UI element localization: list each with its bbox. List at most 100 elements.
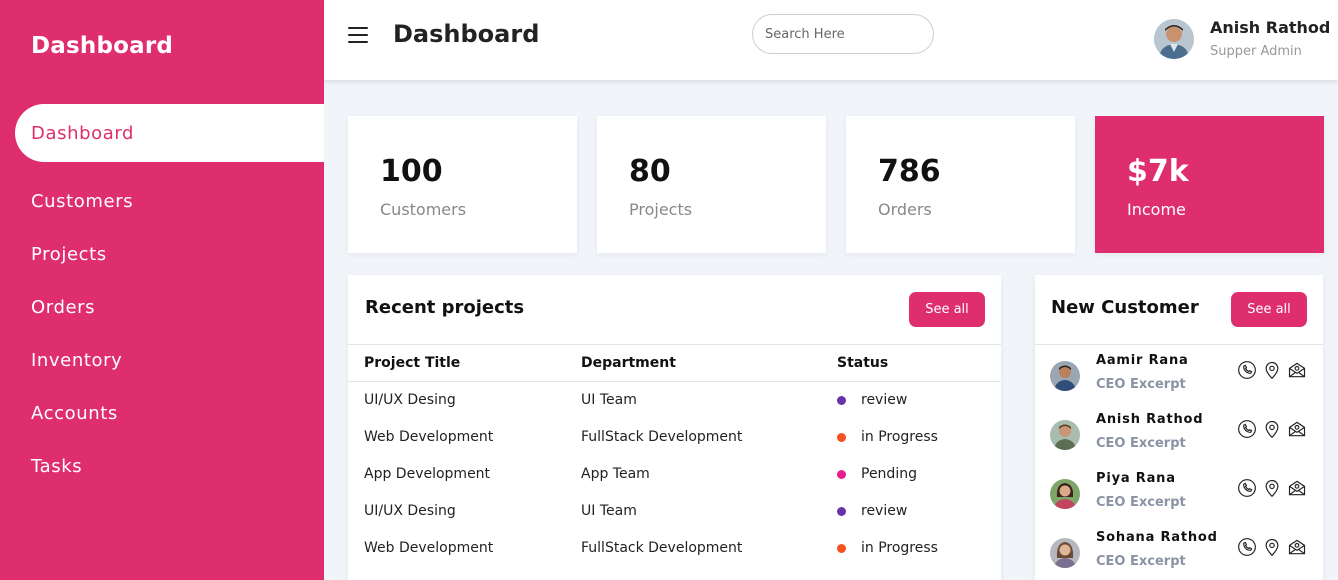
stat-card-projects[interactable]: 80 Projects xyxy=(597,116,826,253)
stat-value: 80 xyxy=(629,154,671,189)
table-row[interactable]: Web Development FullStack Development in… xyxy=(348,419,1001,456)
see-all-customers-button[interactable]: See all xyxy=(1231,292,1307,327)
phone-icon[interactable] xyxy=(1237,419,1257,439)
status-dot xyxy=(837,395,846,405)
customer-role: CEO Excerpt xyxy=(1096,495,1186,510)
status-dot xyxy=(837,506,846,516)
mail-icon[interactable] xyxy=(1287,478,1307,498)
list-item[interactable]: Anish Rathod CEO Excerpt xyxy=(1035,404,1323,463)
user-profile[interactable]: Anish Rathod Supper Admin xyxy=(1154,18,1338,62)
mail-icon[interactable] xyxy=(1287,419,1307,439)
list-item[interactable]: Aamir Rana CEO Excerpt xyxy=(1035,345,1323,404)
stat-label: Customers xyxy=(380,200,467,219)
project-title-cell: Web Development xyxy=(364,429,494,445)
status-cell: in Progress xyxy=(821,530,1001,567)
table-row[interactable]: Web Development FullStack Development in… xyxy=(348,530,1001,567)
status-text: in Progress xyxy=(861,429,938,445)
project-title-cell: Web Development xyxy=(364,540,494,556)
avatar xyxy=(1050,479,1080,509)
hamburger-menu-icon[interactable] xyxy=(348,27,368,43)
table-row[interactable]: UI/UX Desing UI Team review xyxy=(348,493,1001,530)
table-row[interactable]: App Development App Team Pending xyxy=(348,456,1001,493)
avatar xyxy=(1050,420,1080,450)
recent-projects-panel: Recent projects See all Project Title De… xyxy=(348,275,1001,580)
status-text: review xyxy=(861,503,908,519)
stat-card-customers[interactable]: 100 Customers xyxy=(348,116,577,253)
customer-name: Aamir Rana xyxy=(1096,353,1189,368)
new-customer-title: New Customer xyxy=(1051,297,1199,318)
avatar xyxy=(1050,361,1080,391)
stat-label: Projects xyxy=(629,200,693,219)
avatar xyxy=(1050,538,1080,568)
stat-card-orders[interactable]: 786 Orders xyxy=(846,116,1075,253)
table-row[interactable]: UI/UX Desing UI Team review xyxy=(348,382,1001,419)
status-text: in Progress xyxy=(861,540,938,556)
see-all-projects-button[interactable]: See all xyxy=(909,292,985,327)
new-customer-panel: New Customer See all Aamir Rana CEO Exce… xyxy=(1035,275,1323,580)
stat-label: Income xyxy=(1127,200,1186,219)
customer-actions xyxy=(1237,419,1307,439)
status-dot xyxy=(837,432,846,442)
sidebar-item-accounts[interactable]: Accounts xyxy=(0,387,324,440)
search-input[interactable] xyxy=(752,14,934,54)
department-cell: UI Team xyxy=(581,503,637,519)
stat-value: 100 xyxy=(380,154,443,189)
column-header-project-title: Project Title xyxy=(364,355,461,371)
location-pin-icon[interactable] xyxy=(1262,537,1282,557)
sidebar-item-customers[interactable]: Customers xyxy=(0,175,324,228)
avatar xyxy=(1154,19,1194,59)
phone-icon[interactable] xyxy=(1237,478,1257,498)
status-text: review xyxy=(861,392,908,409)
list-item[interactable]: Sohana Rathod CEO Excerpt xyxy=(1035,522,1323,580)
project-title-cell: App Development xyxy=(364,466,491,482)
customer-name: Anish Rathod xyxy=(1096,412,1204,427)
user-name: Anish Rathod xyxy=(1210,18,1331,37)
sidebar-item-dashboard[interactable]: Dashboard xyxy=(15,104,324,162)
project-title-cell: UI/UX Desing xyxy=(364,503,456,519)
customer-actions xyxy=(1237,360,1307,380)
status-cell: in Progress xyxy=(821,419,1001,456)
customer-list: Aamir Rana CEO Excerpt Anish Rathod CEO … xyxy=(1035,344,1323,580)
customer-actions xyxy=(1237,478,1307,498)
top-header: Dashboard Anish Rathod Supper Admin xyxy=(324,0,1338,80)
stat-value: $7k xyxy=(1127,154,1189,189)
list-item[interactable]: Piya Rana CEO Excerpt xyxy=(1035,463,1323,522)
department-cell: FullStack Development xyxy=(581,540,743,556)
department-cell: FullStack Development xyxy=(581,429,743,445)
customer-role: CEO Excerpt xyxy=(1096,377,1186,392)
mail-icon[interactable] xyxy=(1287,360,1307,380)
phone-icon[interactable] xyxy=(1237,537,1257,557)
sidebar-item-tasks[interactable]: Tasks xyxy=(0,440,324,493)
stat-value: 786 xyxy=(878,154,941,189)
sidebar-item-orders[interactable]: Orders xyxy=(0,281,324,334)
sidebar-item-inventory[interactable]: Inventory xyxy=(0,334,324,387)
column-header-department: Department xyxy=(581,355,676,371)
recent-projects-title: Recent projects xyxy=(365,297,525,318)
status-dot xyxy=(837,543,846,553)
sidebar: Dashboard Dashboard Customers Projects O… xyxy=(0,0,324,580)
status-text: Pending xyxy=(861,466,917,482)
status-dot xyxy=(837,469,846,479)
customer-name: Sohana Rathod xyxy=(1096,530,1218,545)
department-cell: UI Team xyxy=(581,392,637,409)
table-header-row: Project Title Department Status xyxy=(348,344,1001,382)
stat-card-income[interactable]: $7k Income xyxy=(1095,116,1324,253)
customer-role: CEO Excerpt xyxy=(1096,436,1186,451)
mail-icon[interactable] xyxy=(1287,537,1307,557)
column-header-status: Status xyxy=(837,355,889,371)
projects-table: Project Title Department Status UI/UX De… xyxy=(348,344,1001,567)
location-pin-icon[interactable] xyxy=(1262,360,1282,380)
sidebar-nav: Dashboard Customers Projects Orders Inve… xyxy=(0,104,324,493)
phone-icon[interactable] xyxy=(1237,360,1257,380)
location-pin-icon[interactable] xyxy=(1262,419,1282,439)
customer-actions xyxy=(1237,537,1307,557)
sidebar-item-projects[interactable]: Projects xyxy=(0,228,324,281)
stat-label: Orders xyxy=(878,200,932,219)
project-title-cell: UI/UX Desing xyxy=(364,392,456,409)
page-title: Dashboard xyxy=(393,20,540,48)
status-cell: Pending xyxy=(821,456,1001,493)
location-pin-icon[interactable] xyxy=(1262,478,1282,498)
customer-role: CEO Excerpt xyxy=(1096,554,1186,569)
status-cell: review xyxy=(821,493,1001,530)
customer-name: Piya Rana xyxy=(1096,471,1176,486)
